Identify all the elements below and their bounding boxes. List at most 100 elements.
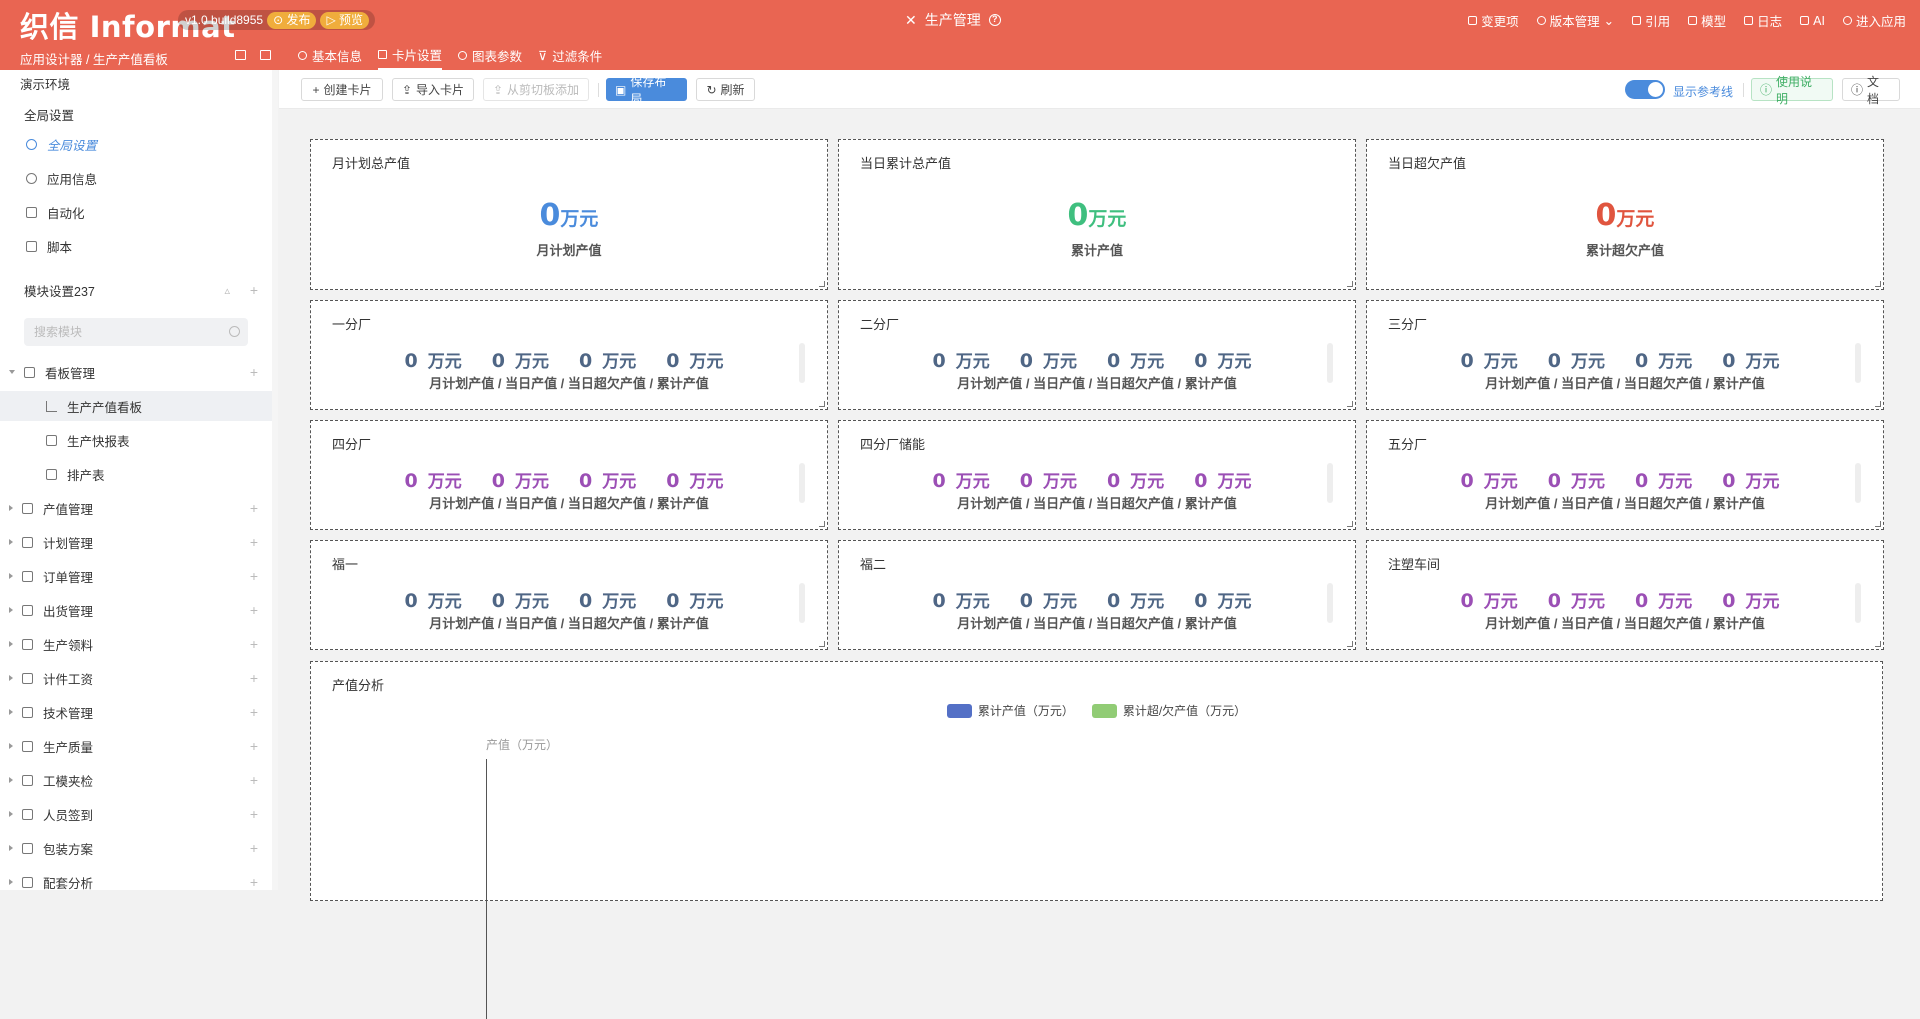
help-icon[interactable]: ? [988,14,1001,26]
sidebar-group[interactable]: 配套分析 + [0,867,272,890]
sidebar-group[interactable]: 出货管理 + [0,595,272,625]
factory-card[interactable]: 一分厂 0 万元 0 万元 0 万元 0 万元 月计划产值 / 当日产值 / 当日超欠产值 / 累… [310,300,828,410]
card-scrollbar[interactable] [799,343,805,383]
summary-card[interactable]: 当日超欠产值 0万元 累计超欠产值 [1366,139,1884,290]
import-card-button[interactable]: ⇪ 导入卡片 [392,78,474,101]
sidebar-scrollbar[interactable] [272,70,278,890]
card-title: 二分厂 [860,317,900,332]
enter-app-button[interactable]: 进入应用 [1842,11,1906,30]
tab-chart-params[interactable]: 图表参数 [458,40,522,70]
add-icon[interactable]: + [250,500,258,516]
usage-guide-button[interactable]: ⓘ 使用说明 [1751,75,1833,106]
summary-card[interactable]: 月计划总产值 0万元 月计划产值 [310,139,828,290]
add-icon[interactable]: + [250,364,258,380]
card-scrollbar[interactable] [799,463,805,503]
factory-card[interactable]: 福二 0 万元 0 万元 0 万元 0 万元 月计划产值 / 当日产值 / 当日超欠产值 / 累计… [838,540,1356,650]
resize-handle[interactable] [1875,521,1881,527]
reference-line-toggle[interactable] [1625,80,1665,99]
resize-handle[interactable] [1347,521,1353,527]
card-scrollbar[interactable] [1855,463,1861,503]
sidebar-group[interactable]: 计划管理 + [0,527,272,557]
add-icon[interactable]: + [250,568,258,584]
add-icon[interactable]: + [250,636,258,652]
reference-button[interactable]: 引用 [1632,11,1670,30]
tab-filter[interactable]: ⊽ 过滤条件 [538,40,602,70]
sidebar-item-global-settings[interactable]: 全局设置 [0,129,272,159]
model-button[interactable]: 模型 [1688,11,1726,30]
factory-card[interactable]: 五分厂 0 万元 0 万元 0 万元 0 万元 月计划产值 / 当日产值 / 当日超欠产值 / 累… [1366,420,1884,530]
resize-handle[interactable] [1875,281,1881,287]
factory-card[interactable]: 二分厂 0 万元 0 万元 0 万元 0 万元 月计划产值 / 当日产值 / 当日超欠产值 / 累… [838,300,1356,410]
sidebar-group[interactable]: 技术管理 + [0,697,272,727]
sidebar-group[interactable]: 产值管理 + [0,493,272,523]
module-search-input[interactable]: 搜索模块 [24,318,248,346]
add-icon[interactable]: + [250,840,258,856]
resize-handle[interactable] [1347,641,1353,647]
resize-handle[interactable] [819,281,825,287]
sort-icon[interactable]: ▵ [224,284,230,297]
app-title[interactable]: ✕ 生产管理 ? [905,10,1001,30]
card-scrollbar[interactable] [1327,583,1333,623]
chart-card[interactable]: 产值分析 累计产值（万元） 累计超/欠产值（万元） 产值（万元） [310,661,1883,1019]
sidebar-group[interactable]: 人员签到 + [0,799,272,829]
card-scrollbar[interactable] [1327,343,1333,383]
sidebar-group[interactable]: 生产质量 + [0,731,272,761]
create-card-button[interactable]: + 创建卡片 [301,78,383,101]
resize-handle[interactable] [1875,641,1881,647]
resize-handle[interactable] [1347,281,1353,287]
add-icon[interactable]: + [250,670,258,686]
tab-basic-info[interactable]: 基本信息 [298,40,362,70]
tab-card-settings[interactable]: 卡片设置 [378,40,443,70]
collapse-icon[interactable] [260,50,271,60]
sidebar-item-production-board[interactable]: 生产产值看板 [0,391,272,421]
add-module-icon[interactable]: + [250,282,258,298]
save-layout-button[interactable]: ▣ 保存布局 [606,75,687,106]
resize-handle[interactable] [1347,401,1353,407]
value-number: 0 [1460,350,1474,372]
paste-add-button[interactable]: ⇪ 从剪切板添加 [483,78,589,101]
sidebar-item-automation[interactable]: 自动化 [0,197,272,227]
sidebar-group[interactable]: 生产领料 + [0,629,272,659]
card-scrollbar[interactable] [799,583,805,623]
resize-handle[interactable] [819,401,825,407]
legend-item[interactable]: 累计超/欠产值（万元） [1091,702,1246,719]
sidebar-group[interactable]: 包装方案 + [0,833,272,863]
factory-card[interactable]: 四分厂储能 0 万元 0 万元 0 万元 0 万元 月计划产值 / 当日产值 / 当日超欠产值 /… [838,420,1356,530]
summary-card[interactable]: 当日累计总产值 0万元 累计产值 [838,139,1356,290]
sidebar-item-production-report[interactable]: 生产快报表 [0,425,272,455]
refresh-button[interactable]: ↻ 刷新 [696,78,755,101]
sidebar-group[interactable]: 订单管理 + [0,561,272,591]
add-icon[interactable]: + [250,738,258,754]
card-scrollbar[interactable] [1327,463,1333,503]
add-icon[interactable]: + [250,534,258,550]
resize-handle[interactable] [819,521,825,527]
docs-button[interactable]: ⓘ 文档 [1842,75,1900,106]
factory-card[interactable]: 福一 0 万元 0 万元 0 万元 0 万元 月计划产值 / 当日产值 / 当日超欠产值 / 累计… [310,540,828,650]
publish-button[interactable]: ⊙ 发布 [267,11,317,29]
log-button[interactable]: 日志 [1744,11,1782,30]
card-scrollbar[interactable] [1855,343,1861,383]
resize-handle[interactable] [1875,401,1881,407]
edit-icon[interactable] [235,50,246,60]
sidebar-item-schedule[interactable]: 排产表 [0,459,272,489]
factory-card[interactable]: 注塑车间 0 万元 0 万元 0 万元 0 万元 月计划产值 / 当日产值 / 当日超欠产值 / … [1366,540,1884,650]
version-manage-button[interactable]: 版本管理 ⌄ [1536,11,1614,30]
ai-button[interactable]: AI [1800,11,1825,30]
sidebar-item-script[interactable]: 脚本 [0,231,272,261]
sidebar-group[interactable]: 计件工资 + [0,663,272,693]
sidebar-group[interactable]: 工模夹检 + [0,765,272,795]
preview-button[interactable]: ▷ 预览 [320,11,370,29]
changes-button[interactable]: 变更项 [1468,11,1519,30]
add-icon[interactable]: + [250,602,258,618]
add-icon[interactable]: + [250,806,258,822]
legend-item[interactable]: 累计产值（万元） [946,702,1074,719]
factory-card[interactable]: 三分厂 0 万元 0 万元 0 万元 0 万元 月计划产值 / 当日产值 / 当日超欠产值 / 累… [1366,300,1884,410]
add-icon[interactable]: + [250,704,258,720]
add-icon[interactable]: + [250,772,258,788]
resize-handle[interactable] [819,641,825,647]
factory-card[interactable]: 四分厂 0 万元 0 万元 0 万元 0 万元 月计划产值 / 当日产值 / 当日超欠产值 / 累… [310,420,828,530]
add-icon[interactable]: + [250,874,258,890]
sidebar-item-app-info[interactable]: 应用信息 [0,163,272,193]
sidebar-group-board[interactable]: 看板管理 + [0,357,272,387]
card-scrollbar[interactable] [1855,583,1861,623]
